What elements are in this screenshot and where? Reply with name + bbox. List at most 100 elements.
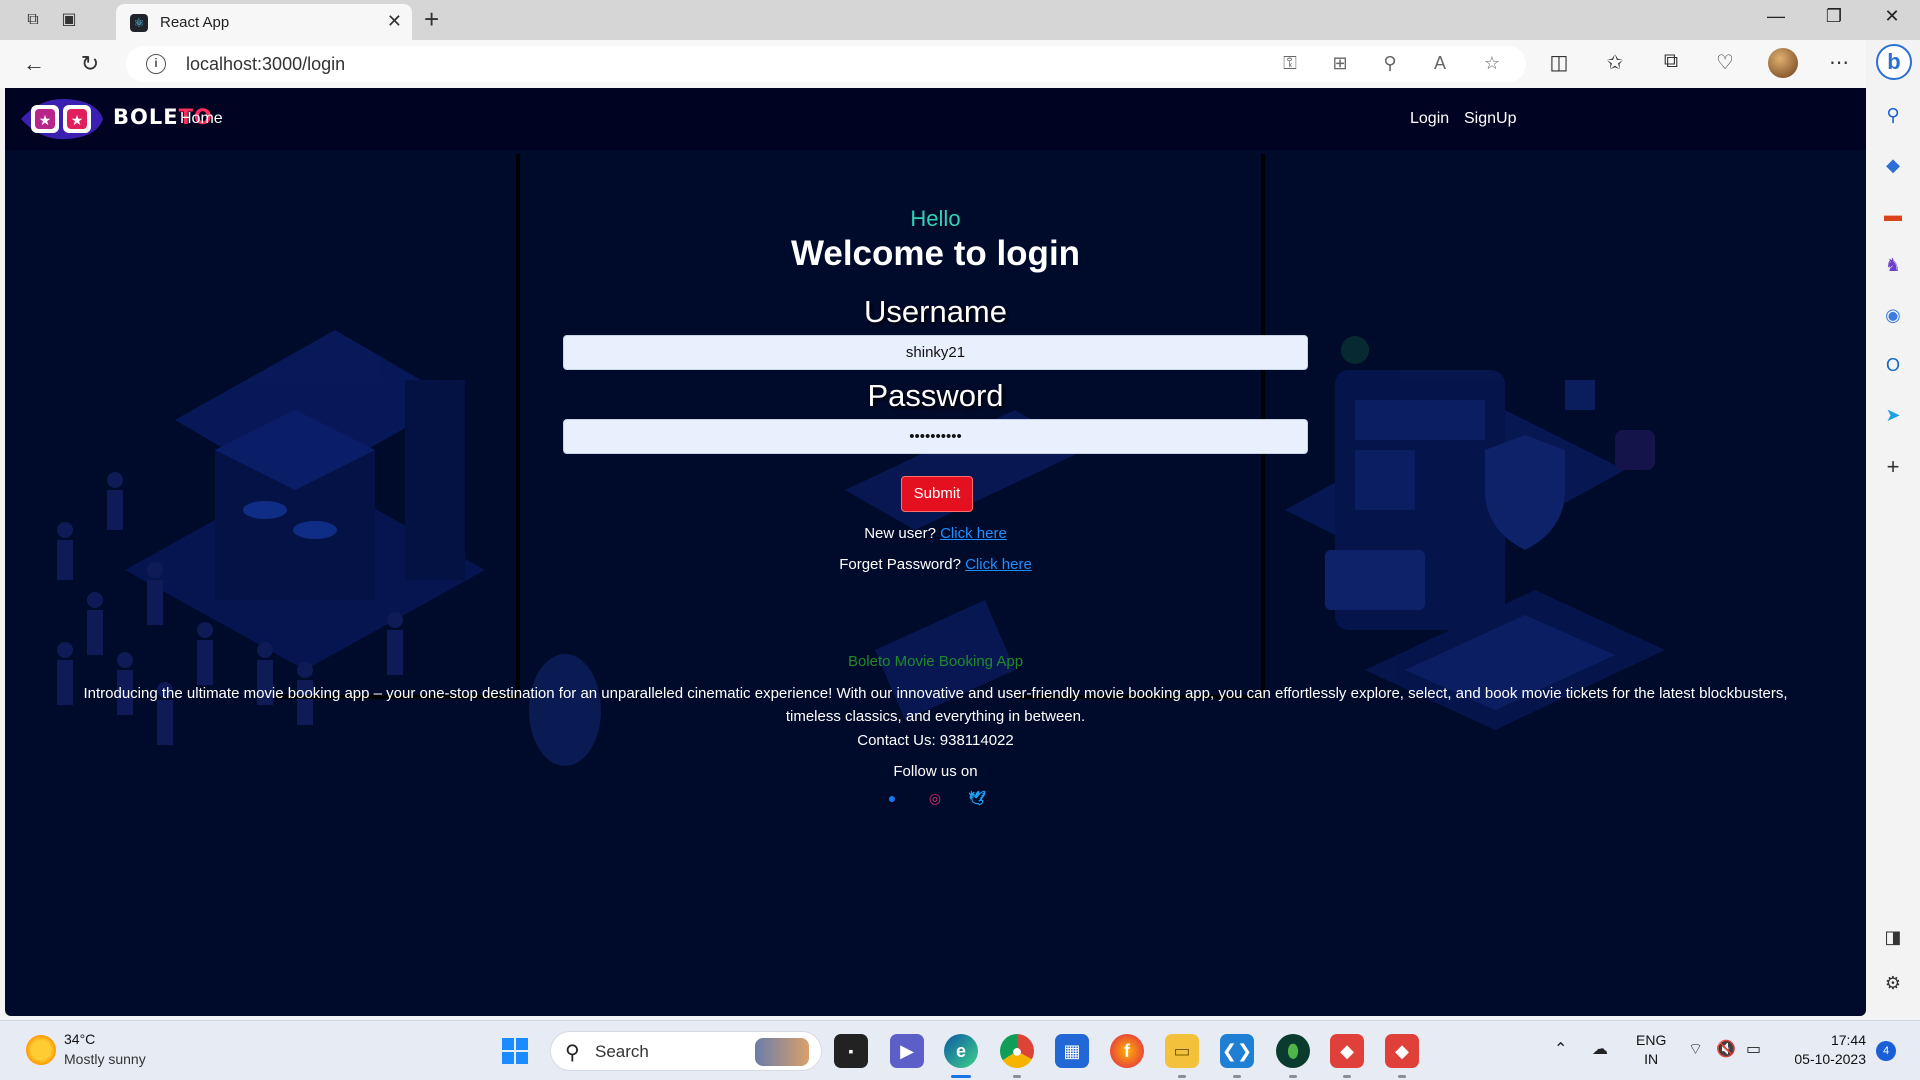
minimize-icon[interactable]: — <box>1756 6 1796 27</box>
facebook-icon[interactable]: ● <box>882 788 902 808</box>
workspaces-icon[interactable]: ⧉ <box>22 9 44 31</box>
new-tab-icon[interactable]: + <box>424 4 439 35</box>
react-favicon-icon: ⚛ <box>130 14 148 32</box>
svg-text:★: ★ <box>39 113 52 129</box>
drop-send-icon[interactable]: ➤ <box>1880 402 1906 428</box>
split-screen-icon[interactable]: ◫ <box>1544 50 1574 75</box>
footer-title: Boleto Movie Booking App <box>847 653 1024 670</box>
apps-icon[interactable]: ⊞ <box>1328 53 1352 74</box>
forget-password-text: Forget Password? <box>839 556 966 573</box>
mongodb-compass-icon[interactable]: ⬮ <box>1276 1034 1310 1068</box>
edge-sidebar: b ⚲ ◆ ▬ ♞ ◉ O ➤ + ◨ ⚙ <box>1866 40 1920 1020</box>
browser-essentials-icon[interactable]: ♡ <box>1710 50 1740 75</box>
web-page: ★ ★ BOLETO Home Login SignUp Hello Welco… <box>5 88 1866 1016</box>
password-key-icon[interactable]: ⚿ <box>1278 53 1302 74</box>
new-user-text: New user? <box>864 525 941 542</box>
taskbar-search[interactable]: ⚲ Search <box>550 1031 822 1071</box>
url-text[interactable]: localhost:3000/login <box>186 54 345 75</box>
username-label: Username <box>864 294 1007 329</box>
search-sidebar-icon[interactable]: ⚲ <box>1880 102 1906 128</box>
profile-avatar[interactable] <box>1768 48 1798 78</box>
show-hidden-icons-icon[interactable]: ⌃ <box>1554 1039 1567 1059</box>
teams-chat-icon[interactable]: ▶ <box>890 1034 924 1068</box>
chrome-icon[interactable]: ● <box>1000 1034 1034 1068</box>
task-view-icon[interactable]: ▪ <box>834 1034 868 1068</box>
hide-sidebar-icon[interactable]: ◨ <box>1880 924 1906 950</box>
footer-follow-label: Follow us on <box>893 763 978 780</box>
weather-sun-icon[interactable] <box>26 1035 56 1065</box>
nav-home-link[interactable]: Home <box>180 110 223 128</box>
running-indicator-chrome <box>1013 1075 1021 1078</box>
bing-copilot-icon[interactable]: b <box>1876 44 1912 80</box>
background-illustration <box>57 154 1665 766</box>
hello-heading: Hello <box>910 206 961 231</box>
clock-date: 05-10-2023 <box>1794 1051 1866 1067</box>
close-window-icon[interactable]: ✕ <box>1872 6 1912 27</box>
forget-password-link[interactable]: Click here <box>965 556 1032 573</box>
footer-description: Introducing the ultimate movie booking a… <box>83 685 1788 725</box>
firefox-icon[interactable]: f <box>1110 1034 1144 1068</box>
battery-icon[interactable]: ▭ <box>1746 1039 1761 1059</box>
weather-description[interactable]: Mostly sunny <box>64 1051 146 1067</box>
submit-button[interactable]: Submit <box>901 476 973 512</box>
browser-tab[interactable]: ⚛ React App ✕ <box>116 4 412 40</box>
tools-icon[interactable]: ▬ <box>1880 202 1906 228</box>
instagram-icon[interactable]: ◎ <box>925 788 945 808</box>
favorites-icon[interactable]: ✩ <box>1600 50 1630 75</box>
svg-text:★: ★ <box>71 113 84 129</box>
search-placeholder: Search <box>595 1042 649 1061</box>
signup-link[interactable]: Click here <box>940 525 1007 542</box>
new-user-line: New user? Click here <box>5 525 1866 542</box>
language-code: ENG <box>1636 1032 1667 1048</box>
games-icon[interactable]: ♞ <box>1880 252 1906 278</box>
weather-temperature[interactable]: 34°C <box>64 1031 95 1047</box>
vscode-icon[interactable]: ❮❯ <box>1220 1034 1254 1068</box>
add-sidebar-app-icon[interactable]: + <box>1880 454 1906 480</box>
onedrive-icon[interactable]: ☁ <box>1592 1039 1608 1059</box>
close-tab-icon[interactable]: ✕ <box>387 11 402 32</box>
address-bar[interactable]: i localhost:3000/login ⚿ ⊞ ⚲ A ☆ <box>126 46 1526 82</box>
outlook-icon[interactable]: O <box>1880 352 1906 378</box>
favorite-star-icon[interactable]: ☆ <box>1480 53 1504 74</box>
back-icon[interactable]: ← <box>20 50 48 78</box>
windows-taskbar: 34°C Mostly sunny ⚲ Search ▪ ▶ e ● ▦ f ▭… <box>0 1020 1920 1080</box>
region-code: IN <box>1644 1051 1659 1067</box>
nav-signup-link[interactable]: SignUp <box>1464 110 1516 128</box>
nav-login-link[interactable]: Login <box>1410 110 1449 128</box>
clock-time: 17:44 <box>1830 1032 1866 1048</box>
collections-icon[interactable]: ⧉ <box>1656 50 1686 73</box>
site-navbar: ★ ★ BOLETO Home Login SignUp <box>5 88 1866 150</box>
running-indicator-git1 <box>1343 1075 1351 1078</box>
username-input[interactable]: shinky21 <box>563 335 1308 370</box>
language-indicator[interactable]: ENG IN <box>1636 1031 1666 1069</box>
git-app-icon-2[interactable]: ◆ <box>1385 1034 1419 1068</box>
running-indicator-mongodb <box>1289 1075 1297 1078</box>
browser-toolbar: ← ↻ i localhost:3000/login ⚿ ⊞ ⚲ A ☆ ◫ ✩… <box>0 40 1920 88</box>
active-app-indicator <box>951 1075 971 1078</box>
tab-actions-icon[interactable]: ▣ <box>58 9 80 31</box>
wifi-icon[interactable]: ⌔ <box>1688 1039 1703 1059</box>
notification-badge[interactable]: 4 <box>1876 1041 1896 1061</box>
edge-browser-icon[interactable]: e <box>944 1034 978 1068</box>
refresh-icon[interactable]: ↻ <box>76 50 104 78</box>
password-label: Password <box>867 378 1004 413</box>
file-explorer-icon[interactable]: ▭ <box>1165 1034 1199 1068</box>
read-aloud-icon[interactable]: A <box>1428 53 1452 74</box>
sidebar-settings-icon[interactable]: ⚙ <box>1880 970 1906 996</box>
site-info-icon[interactable]: i <box>146 54 166 74</box>
zoom-icon[interactable]: ⚲ <box>1378 53 1402 74</box>
twitter-icon[interactable]: 🕊 <box>967 788 987 808</box>
running-indicator-vscode <box>1233 1075 1241 1078</box>
password-input[interactable]: •••••••••• <box>563 419 1308 454</box>
microsoft-365-icon[interactable]: ◉ <box>1880 302 1906 328</box>
system-clock[interactable]: 17:44 05-10-2023 <box>1780 1031 1866 1069</box>
git-app-icon-1[interactable]: ◆ <box>1330 1034 1364 1068</box>
windows-start-icon[interactable] <box>502 1038 528 1064</box>
microsoft-store-icon[interactable]: ▦ <box>1055 1034 1089 1068</box>
boleto-logo[interactable]: ★ ★ <box>17 97 105 141</box>
shopping-tag-icon[interactable]: ◆ <box>1880 152 1906 178</box>
more-options-icon[interactable]: ⋯ <box>1824 50 1854 75</box>
restore-icon[interactable]: ❐ <box>1814 6 1854 27</box>
search-icon: ⚲ <box>565 1042 580 1064</box>
volume-muted-icon[interactable]: 🔇 <box>1716 1039 1736 1059</box>
